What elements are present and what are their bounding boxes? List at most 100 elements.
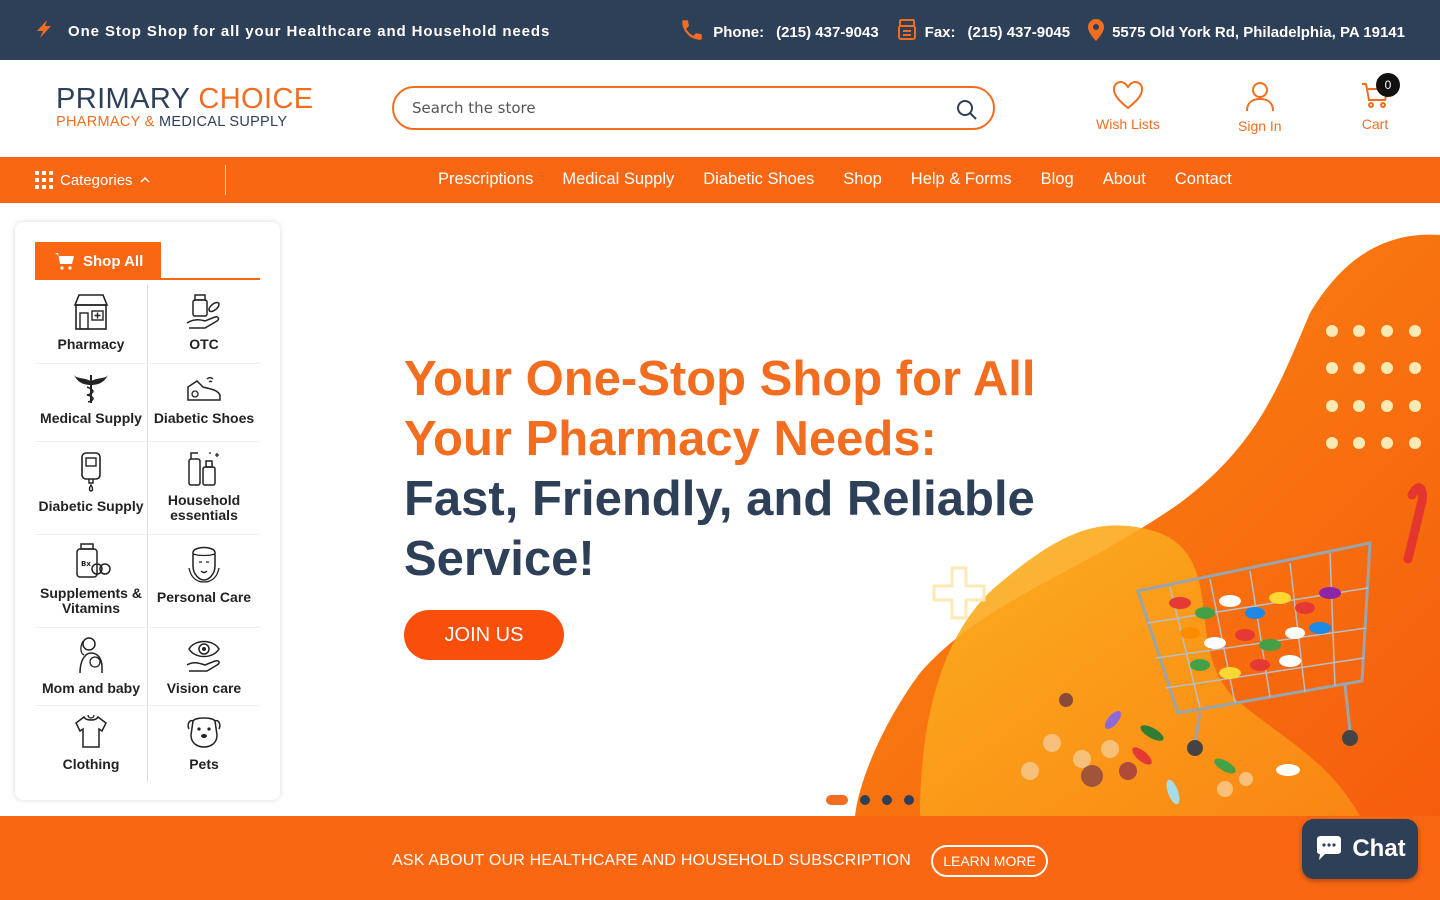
- fax-label: Fax:: [924, 23, 956, 41]
- main-nav: Categories Prescriptions Medical Supply …: [0, 157, 1440, 203]
- carousel-dot-2[interactable]: [860, 795, 870, 805]
- eye-care-icon: [186, 640, 220, 672]
- address-info[interactable]: 5575 Old York Rd, Philadelphia, PA 19141: [1088, 19, 1405, 45]
- categories-toggle[interactable]: Categories: [35, 171, 150, 189]
- hero-title-line2: Your Pharmacy Needs:: [404, 412, 937, 466]
- user-icon: [1245, 82, 1274, 112]
- category-sidebar: Shop All Pharmacy OTC Medical Supply Dia…: [15, 222, 280, 800]
- category-personal-care[interactable]: Personal Care: [148, 544, 260, 605]
- phone-number: (215) 437-9043: [776, 23, 879, 41]
- dog-icon: [187, 717, 221, 748]
- hero-carousel: Your One-Stop Shop for All Your Pharmacy…: [300, 203, 1440, 816]
- nav-link-prescriptions[interactable]: Prescriptions: [438, 170, 533, 189]
- chevron-up-icon: [140, 176, 150, 183]
- search-icon[interactable]: [955, 98, 979, 122]
- category-label: Vision care: [166, 680, 242, 696]
- promo-text: One Stop Shop for all your Healthcare an…: [68, 23, 551, 40]
- carousel-dots: [826, 795, 914, 805]
- category-diabetic-shoes[interactable]: Diabetic Shoes: [148, 373, 260, 426]
- hero-title-line1: Your One-Stop Shop for All: [404, 352, 1036, 406]
- logo-pharmacy: PHARMACY: [56, 114, 141, 130]
- logo-medical-supply: MEDICAL SUPPLY: [159, 114, 288, 130]
- signin-label: Sign In: [1238, 118, 1282, 134]
- glucometer-icon: [81, 452, 101, 492]
- nav-link-shop[interactable]: Shop: [843, 170, 882, 189]
- phone-label: Phone:: [713, 23, 765, 41]
- nav-link-help-forms[interactable]: Help & Forms: [911, 170, 1012, 189]
- shop-all-tab[interactable]: Shop All: [35, 242, 161, 280]
- category-pets[interactable]: Pets: [148, 713, 260, 772]
- category-medical-supply[interactable]: Medical Supply: [35, 373, 147, 426]
- learn-more-button[interactable]: LEARN MORE: [931, 845, 1048, 877]
- nav-link-diabetic-shoes[interactable]: Diabetic Shoes: [703, 170, 814, 189]
- category-label: Household essentials: [167, 492, 241, 523]
- heart-icon: [1112, 80, 1143, 110]
- row-divider: [35, 705, 260, 706]
- cleaning-bottles-icon: [188, 452, 219, 486]
- site-logo[interactable]: PRIMARY CHOICE PHARMACY & MEDICAL SUPPLY: [56, 83, 313, 134]
- subscription-banner: ASK ABOUT OUR HEALTHCARE AND HOUSEHOLD S…: [0, 816, 1440, 900]
- logo-primary: PRIMARY: [56, 83, 190, 115]
- category-label: Mom and baby: [41, 680, 140, 696]
- category-label: Pets: [189, 756, 219, 772]
- contact-info: Phone: (215) 437-9043 Fax: (215) 437-904…: [661, 17, 1405, 47]
- category-label: Diabetic Supply: [38, 498, 144, 514]
- category-label: Supplements & Vitamins: [40, 585, 142, 616]
- row-divider: [35, 363, 260, 364]
- category-label: Personal Care: [156, 589, 252, 605]
- supplements-jar-icon: Bx: [76, 543, 111, 578]
- fax-info[interactable]: Fax: (215) 437-9045: [897, 18, 1070, 46]
- lightning-icon: [34, 19, 54, 44]
- carousel-dot-3[interactable]: [882, 795, 892, 805]
- search-bar: [392, 86, 995, 130]
- wishlist-link[interactable]: Wish Lists: [1096, 80, 1160, 132]
- shoe-icon: [187, 376, 221, 401]
- row-divider: [35, 627, 260, 628]
- nav-link-contact[interactable]: Contact: [1175, 170, 1232, 189]
- category-diabetic-supply[interactable]: Diabetic Supply: [35, 451, 147, 514]
- fax-number: (215) 437-9045: [967, 23, 1071, 41]
- signin-link[interactable]: Sign In: [1238, 80, 1282, 134]
- category-otc[interactable]: OTC: [148, 293, 260, 352]
- nav-link-medical-supply[interactable]: Medical Supply: [562, 170, 674, 189]
- pill-bottle-hand-icon: [186, 294, 220, 329]
- site-header: PRIMARY CHOICE PHARMACY & MEDICAL SUPPLY…: [0, 60, 1440, 157]
- category-label: Medical Supply: [40, 410, 142, 426]
- caduceus-icon: [74, 375, 108, 403]
- carousel-dot-4[interactable]: [904, 795, 914, 805]
- category-vision-care[interactable]: Vision care: [148, 635, 260, 696]
- nav-link-about[interactable]: About: [1103, 170, 1146, 189]
- chat-widget-button[interactable]: Chat: [1302, 819, 1418, 879]
- hero-title: Your One-Stop Shop for All Your Pharmacy…: [404, 349, 1104, 589]
- shirt-icon: [75, 714, 107, 748]
- subscription-text: ASK ABOUT OUR HEALTHCARE AND HOUSEHOLD S…: [392, 852, 912, 869]
- category-pharmacy[interactable]: Pharmacy: [35, 293, 147, 352]
- location-pin-icon: [1088, 19, 1105, 45]
- hero-title-line4: Service!: [404, 532, 595, 586]
- wishlist-label: Wish Lists: [1096, 116, 1160, 132]
- search-input[interactable]: [412, 97, 932, 119]
- category-label: Diabetic Shoes: [153, 410, 255, 426]
- category-label: Pharmacy: [57, 336, 125, 352]
- shop-all-label: Shop All: [83, 252, 144, 270]
- logo-amp: &: [144, 114, 155, 130]
- category-label: Clothing: [62, 756, 120, 772]
- row-divider: [35, 534, 260, 535]
- hero-title-line3: Fast, Friendly, and Reliable: [404, 472, 1035, 526]
- category-supplements-vitamins[interactable]: Bx Supplements & Vitamins: [35, 542, 147, 616]
- nav-link-blog[interactable]: Blog: [1041, 170, 1074, 189]
- category-label: OTC: [189, 336, 219, 352]
- category-mom-baby[interactable]: Mom and baby: [35, 635, 147, 696]
- nav-links: Prescriptions Medical Supply Diabetic Sh…: [438, 170, 1261, 189]
- category-household-essentials[interactable]: Household essentials: [148, 449, 260, 523]
- pharmacy-store-icon: [73, 294, 109, 330]
- carousel-dot-1[interactable]: [826, 795, 848, 805]
- chat-bubble-icon: [1317, 836, 1342, 860]
- grid-icon: [35, 171, 53, 189]
- phone-icon: [679, 17, 705, 47]
- top-info-bar: One Stop Shop for all your Healthcare an…: [0, 0, 1440, 60]
- join-us-button[interactable]: JOIN US: [404, 610, 564, 660]
- category-clothing[interactable]: Clothing: [35, 713, 147, 772]
- phone-info[interactable]: Phone: (215) 437-9043: [679, 17, 879, 47]
- fax-icon: [897, 18, 917, 46]
